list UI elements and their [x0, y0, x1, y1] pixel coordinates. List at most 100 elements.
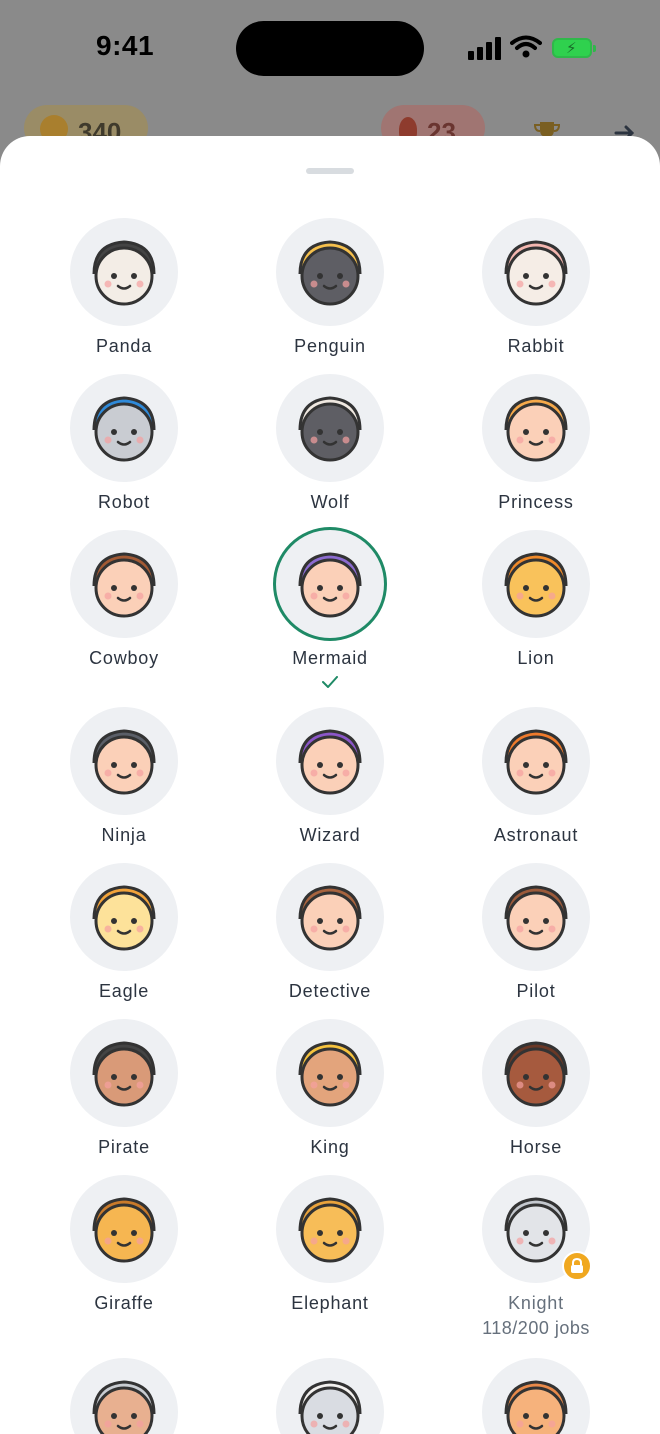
avatar-option-wolf[interactable]: Wolf [240, 374, 420, 513]
giraffe-face-icon [92, 1197, 156, 1263]
princess-face-icon [504, 396, 568, 462]
avatar-name: Elephant [291, 1293, 369, 1313]
koala-face-icon [298, 1380, 362, 1434]
pilot-face-icon [504, 885, 568, 951]
avatar-option-viking[interactable] [34, 1358, 214, 1434]
avatar-circle [276, 707, 384, 815]
avatar-name: Ninja [101, 825, 147, 845]
avatar-circle [70, 707, 178, 815]
avatar-circle [70, 530, 178, 638]
avatar-picker-sheet: Panda Penguin Rabbit Robot Wolf Princess Cowbo… [0, 136, 660, 1434]
avatar-circle [276, 863, 384, 971]
avatar-name: Panda [95, 336, 153, 356]
avatar-option-penguin[interactable]: Penguin [240, 218, 420, 357]
tiger-face-icon [504, 1380, 568, 1434]
avatar-name: Wolf [310, 492, 350, 512]
horse-face-icon [504, 1041, 568, 1107]
avatar-name: Pirate [98, 1137, 150, 1157]
penguin-face-icon [298, 240, 362, 306]
avatar-option-elephant[interactable]: Elephant [240, 1175, 420, 1314]
avatar-circle [276, 218, 384, 326]
avatar-circle [70, 1019, 178, 1127]
avatar-circle [482, 863, 590, 971]
avatar-name: Wizard [299, 825, 361, 845]
avatar-circle [482, 1358, 590, 1434]
panda-face-icon [92, 240, 156, 306]
avatar-name: Detective [288, 981, 372, 1001]
avatar-option-robot[interactable]: Robot [34, 374, 214, 513]
avatar-circle [482, 1175, 592, 1283]
avatar-name: Rabbit [507, 336, 565, 356]
detective-face-icon [298, 885, 362, 951]
avatar-option-rabbit[interactable]: Rabbit [446, 218, 626, 357]
avatar-circle [276, 1019, 384, 1127]
rabbit-face-icon [504, 240, 568, 306]
avatar-option-giraffe[interactable]: Giraffe [34, 1175, 214, 1314]
wizard-face-icon [298, 729, 362, 795]
avatar-circle [276, 374, 384, 482]
avatar-option-cowboy[interactable]: Cowboy [34, 530, 214, 669]
avatar-option-eagle[interactable]: Eagle [34, 863, 214, 1002]
battery-icon: ⚡ [552, 38, 596, 58]
selected-check-icon [240, 675, 420, 691]
avatar-name: Cowboy [89, 648, 159, 668]
avatar-option-lion[interactable]: Lion [446, 530, 626, 669]
robot-face-icon [92, 396, 156, 462]
avatar-circle [70, 218, 178, 326]
avatar-name: Horse [509, 1137, 562, 1157]
avatar-option-astronaut[interactable]: Astronaut [446, 707, 626, 846]
mermaid-face-icon [298, 552, 362, 618]
avatar-circle [70, 1358, 178, 1434]
avatar-option-pirate[interactable]: Pirate [34, 1019, 214, 1158]
avatar-option-mermaid[interactable]: Mermaid [240, 530, 420, 691]
avatar-circle [70, 863, 178, 971]
eagle-face-icon [92, 885, 156, 951]
avatar-name: Giraffe [94, 1293, 154, 1313]
ninja-face-icon [92, 729, 156, 795]
avatar-name: King [310, 1137, 350, 1157]
avatar-option-panda[interactable]: Panda [34, 218, 214, 357]
signal-icon [468, 36, 502, 60]
avatar-option-tiger[interactable] [446, 1358, 626, 1434]
avatar-option-koala[interactable] [240, 1358, 420, 1434]
avatar-name: Eagle [98, 981, 150, 1001]
unlock-progress: 118/200 jobs [482, 1318, 590, 1338]
status-bar: 9:41 ⚡ [0, 0, 660, 100]
avatar-circle [482, 530, 590, 638]
cowboy-face-icon [92, 552, 156, 618]
avatar-name: Mermaid [292, 648, 368, 668]
elephant-face-icon [298, 1197, 362, 1263]
avatar-circle [70, 374, 178, 482]
avatar-circle [70, 1175, 178, 1283]
astronaut-face-icon [504, 729, 568, 795]
avatar-name: Robot [97, 492, 151, 512]
avatar-circle [276, 1175, 384, 1283]
avatar-circle [276, 1358, 384, 1434]
wifi-icon [510, 35, 542, 58]
avatar-option-ninja[interactable]: Ninja [34, 707, 214, 846]
avatar-circle [482, 218, 590, 326]
lion-face-icon [504, 552, 568, 618]
avatar-circle [482, 707, 590, 815]
avatar-circle [276, 530, 384, 638]
lock-icon [562, 1251, 592, 1281]
dynamic-island [236, 21, 424, 76]
avatar-name: Penguin [294, 336, 366, 356]
viking-face-icon [92, 1380, 156, 1434]
sheet-drag-handle[interactable] [306, 168, 354, 174]
avatar-option-king[interactable]: King [240, 1019, 420, 1158]
avatar-circle [482, 1019, 590, 1127]
avatar-option-wizard[interactable]: Wizard [240, 707, 420, 846]
avatar-circle [482, 374, 590, 482]
avatar-name: Astronaut [493, 825, 579, 845]
avatar-option-horse[interactable]: Horse [446, 1019, 626, 1158]
wolf-face-icon [298, 396, 362, 462]
avatar-option-pilot[interactable]: Pilot [446, 863, 626, 1002]
avatar-option-knight: Knight 118/200 jobs [446, 1175, 626, 1339]
avatar-name: Lion [517, 648, 555, 668]
status-time: 9:41 [96, 30, 155, 61]
avatar-option-princess[interactable]: Princess [446, 374, 626, 513]
avatar-name: Pilot [516, 981, 556, 1001]
avatar-name: Knight [508, 1293, 564, 1313]
avatar-option-detective[interactable]: Detective [240, 863, 420, 1002]
